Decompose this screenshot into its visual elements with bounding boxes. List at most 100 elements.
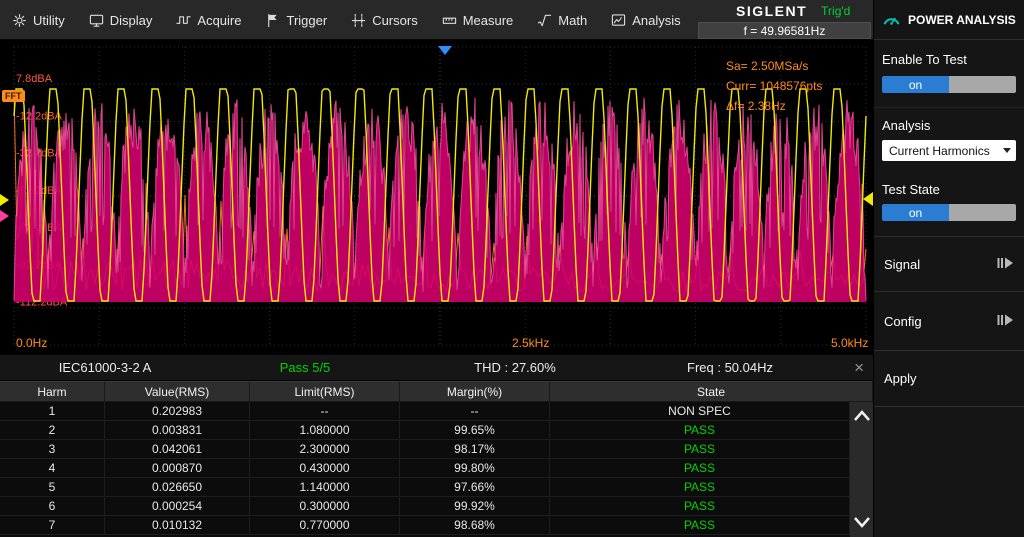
margin-cell: 98.68%	[400, 516, 550, 535]
column-header-margin: Margin(%)	[400, 381, 550, 402]
menu-item-display[interactable]: Display	[77, 0, 165, 40]
menu-item-measure[interactable]: Measure	[430, 0, 526, 40]
value-cell: 0.202983	[105, 402, 250, 421]
table-row: 60.0002540.30000099.92%PASS	[0, 497, 873, 516]
cursors-icon	[351, 13, 366, 28]
dba-scale-label: 7.8dBA	[16, 73, 53, 85]
frequency-counter-readout: f = 49.96581Hz	[698, 22, 871, 39]
menu-item-analysis[interactable]: Analysis	[599, 0, 692, 40]
test-state-label: Test State	[882, 182, 1016, 197]
menu-item-label: Acquire	[197, 13, 241, 28]
oscilloscope-screen: Utility Display Acquire TriggerCursors Measu…	[0, 0, 1024, 537]
state-cell: PASS	[550, 421, 850, 440]
pass-count: Pass 5/5	[210, 360, 400, 375]
state-cell: PASS	[550, 516, 850, 535]
analysis-label: Analysis	[882, 118, 1016, 133]
limit-cell: 0.430000	[250, 459, 400, 478]
toggle-off-segment	[949, 76, 1016, 93]
limit-cell: 2.300000	[250, 440, 400, 459]
state-cell: PASS	[550, 497, 850, 516]
apply-button[interactable]: Apply	[874, 351, 1024, 407]
fft-badge: FFT	[2, 90, 25, 102]
menu-item-label: Utility	[33, 13, 65, 28]
limit-cell: --	[250, 402, 400, 421]
siglent-logo: SIGLENT	[736, 3, 807, 19]
axis-label-0hz: 0.0Hz	[16, 336, 47, 350]
acquisition-info: Sa= 2.50MSa/s Curr= 1048576pts Δf= 2.38H…	[726, 56, 822, 116]
config-label: Config	[884, 314, 922, 329]
waveform-display: 7.8dBA-12.2dBA-32.2dBA-52.2dBA-72.2dBA-9…	[0, 40, 873, 355]
value-cell: 0.026650	[105, 478, 250, 497]
utility-icon	[12, 13, 27, 28]
analysis-dropdown[interactable]: Current Harmonics	[882, 140, 1016, 161]
chevron-down-icon	[1003, 148, 1011, 153]
power-analysis-icon	[882, 11, 901, 29]
table-body: 10.202983----NON SPEC20.0038311.08000099…	[0, 402, 873, 535]
channel-marker-pink	[0, 210, 9, 222]
analysis-section: Analysis Current Harmonics	[874, 108, 1024, 170]
standard-name: IEC61000-3-2 A	[0, 360, 210, 375]
dba-scale-label: -12.2dBA	[16, 110, 63, 122]
column-header-state: State	[550, 381, 873, 402]
thd-readout: THD : 27.60%	[400, 360, 630, 375]
menu-item-trigger[interactable]: Trigger	[253, 0, 339, 40]
menu-item-math[interactable]: Math	[525, 0, 599, 40]
harm-cell: 7	[0, 516, 105, 535]
harm-cell: 6	[0, 497, 105, 516]
trigger-status: Trig'd	[821, 4, 850, 18]
margin-cell: 99.65%	[400, 421, 550, 440]
analysis-dropdown-value: Current Harmonics	[889, 144, 990, 158]
harm-cell: 1	[0, 402, 105, 421]
menu-item-acquire[interactable]: Acquire	[164, 0, 253, 40]
display-icon	[89, 13, 104, 28]
value-cell: 0.010132	[105, 516, 250, 535]
math-icon	[537, 13, 552, 28]
menu-item-cursors[interactable]: Cursors	[339, 0, 430, 40]
trigger-icon	[265, 13, 280, 28]
status-cluster: SIGLENT Trig'd f = 49.96581Hz	[698, 0, 873, 40]
limit-cell: 1.140000	[250, 478, 400, 497]
toggle-off-segment	[949, 204, 1016, 221]
menu-item-label: Analysis	[632, 13, 680, 28]
test-state-toggle[interactable]: on	[882, 204, 1016, 221]
points-readout: Curr= 1048576pts	[726, 76, 822, 96]
value-cell: 0.042061	[105, 440, 250, 459]
scroll-up-icon[interactable]	[850, 406, 873, 426]
panel-header: POWER ANALYSIS	[874, 0, 1024, 40]
table-row: 30.0420612.30000098.17%PASS	[0, 440, 873, 459]
limit-cell: 1.080000	[250, 421, 400, 440]
enable-to-test-toggle[interactable]: on	[882, 76, 1016, 93]
state-cell: NON SPEC	[550, 402, 850, 421]
power-analysis-panel: POWER ANALYSIS Enable To Test on Analysi…	[873, 0, 1024, 537]
channel-marker-yellow	[0, 194, 9, 206]
table-header-row: HarmValue(RMS)Limit(RMS)Margin(%)State	[0, 381, 873, 402]
table-scrollbar[interactable]	[850, 402, 873, 537]
fundamental-freq-readout: Freq : 50.04Hz	[630, 360, 830, 375]
harm-cell: 4	[0, 459, 105, 478]
scroll-down-icon[interactable]	[850, 512, 873, 532]
acquire-icon	[176, 13, 191, 28]
margin-cell: 97.66%	[400, 478, 550, 497]
table-row: 40.0008700.43000099.80%PASS	[0, 459, 873, 478]
more-icon	[997, 314, 1014, 329]
trigger-position-marker[interactable]	[438, 46, 452, 55]
sample-rate-readout: Sa= 2.50MSa/s	[726, 56, 822, 76]
config-button[interactable]: Config	[874, 292, 1024, 351]
menu-item-utility[interactable]: Utility	[0, 0, 77, 40]
close-icon[interactable]: ×	[830, 359, 873, 376]
more-icon	[997, 257, 1014, 272]
signal-button[interactable]: Signal	[874, 237, 1024, 292]
measure-icon	[442, 13, 457, 28]
top-menu-bar: Utility Display Acquire TriggerCursors Measu…	[0, 0, 873, 40]
harm-cell: 3	[0, 440, 105, 459]
enable-to-test-label: Enable To Test	[882, 52, 1016, 67]
margin-cell: 98.17%	[400, 440, 550, 459]
column-header-value: Value(RMS)	[105, 381, 250, 402]
margin-cell: 99.80%	[400, 459, 550, 478]
limit-cell: 0.770000	[250, 516, 400, 535]
menu-item-label: Measure	[463, 13, 514, 28]
harmonics-results-table: IEC61000-3-2 A Pass 5/5 THD : 27.60% Fre…	[0, 355, 873, 537]
state-cell: PASS	[550, 459, 850, 478]
trigger-level-marker[interactable]	[863, 192, 873, 206]
toggle-on-segment: on	[882, 204, 949, 221]
